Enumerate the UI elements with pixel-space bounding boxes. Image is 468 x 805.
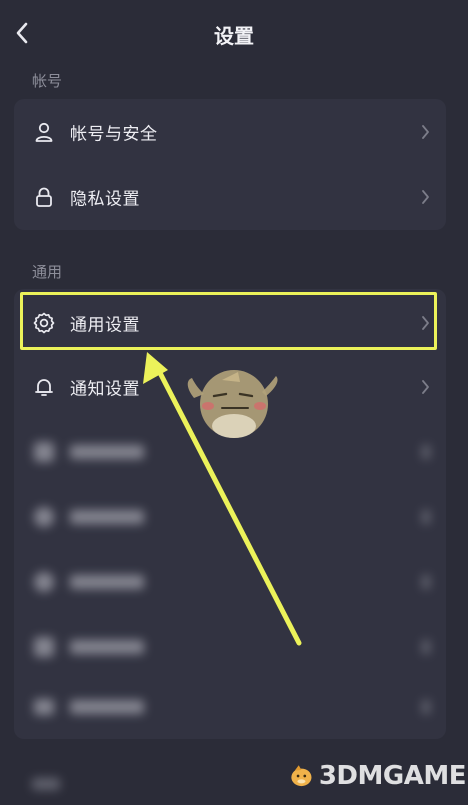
user-icon bbox=[32, 120, 56, 144]
watermark-text: 3DMGAME bbox=[318, 761, 467, 791]
top-bar: 设置 bbox=[0, 0, 468, 66]
privacy-settings-row[interactable]: 隐私设置 bbox=[14, 165, 446, 229]
blurred-settings-row[interactable] bbox=[14, 615, 446, 679]
chevron-right-icon bbox=[422, 445, 430, 459]
section-label-account: 帐号 bbox=[32, 72, 63, 90]
mascot-sticker bbox=[187, 370, 278, 438]
notification-settings-label: 通知设置 bbox=[70, 379, 140, 400]
blurred-icon bbox=[34, 507, 54, 527]
blurred-icon bbox=[34, 572, 54, 592]
watermark: 3DMGAME bbox=[288, 756, 467, 796]
page-title: 设置 bbox=[214, 24, 254, 48]
lock-icon bbox=[32, 185, 56, 209]
bell-icon bbox=[32, 375, 56, 399]
blurred-icon bbox=[34, 637, 54, 657]
section-label-blurred bbox=[32, 778, 60, 790]
chevron-right-icon bbox=[422, 380, 429, 394]
chevron-right-icon bbox=[422, 575, 430, 589]
chevron-right-icon bbox=[422, 640, 430, 654]
watermark-mascot-icon bbox=[291, 765, 312, 787]
chevron-right-icon bbox=[422, 700, 430, 714]
account-security-row[interactable]: 帐号与安全 bbox=[14, 100, 446, 164]
blurred-label bbox=[70, 575, 144, 589]
chevron-right-icon bbox=[422, 190, 429, 204]
blurred-icon bbox=[34, 699, 54, 715]
blurred-label bbox=[70, 445, 144, 459]
account-card: 帐号与安全 隐私设置 bbox=[14, 99, 446, 230]
blurred-icon bbox=[34, 442, 54, 462]
general-card: 通用设置 通知设置 bbox=[14, 289, 446, 739]
blurred-settings-row[interactable] bbox=[14, 675, 446, 739]
blurred-settings-row[interactable] bbox=[14, 485, 446, 549]
chevron-right-icon bbox=[422, 510, 430, 524]
blurred-label bbox=[70, 510, 144, 524]
chevron-right-icon bbox=[422, 125, 429, 139]
blurred-settings-row[interactable] bbox=[14, 550, 446, 614]
highlight-box bbox=[20, 292, 437, 350]
privacy-settings-label: 隐私设置 bbox=[70, 189, 140, 210]
section-label-general: 通用 bbox=[32, 263, 63, 281]
blurred-label bbox=[70, 640, 144, 654]
blurred-label bbox=[70, 700, 144, 714]
account-security-label: 帐号与安全 bbox=[70, 124, 158, 145]
